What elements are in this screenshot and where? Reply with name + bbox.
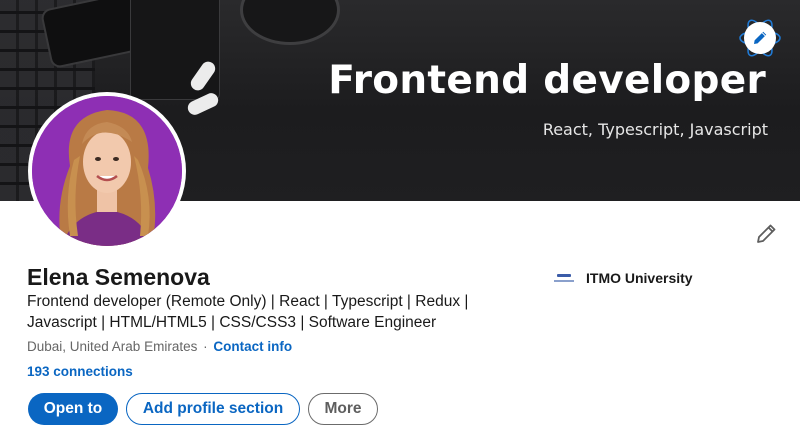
contact-info-link[interactable]: Contact info (213, 339, 292, 354)
banner-subtitle: React, Typescript, Javascript (542, 120, 768, 139)
profile-card: Frontend developer React, Typescript, Ja… (0, 0, 800, 441)
profile-name: Elena Semenova (27, 264, 210, 290)
more-button[interactable]: More (308, 393, 378, 425)
add-profile-section-button[interactable]: Add profile section (126, 393, 300, 425)
profile-headline: Frontend developer (Remote Only) | React… (27, 293, 469, 331)
notebook-decoration (130, 0, 220, 100)
cup-decoration (240, 0, 340, 45)
edit-intro-button[interactable] (752, 220, 780, 248)
separator-dot: · (203, 339, 208, 354)
profile-photo[interactable] (28, 92, 186, 250)
connections-link[interactable]: 193 connections (27, 364, 133, 379)
location-row: Dubai, United Arab Emirates · Contact in… (27, 339, 292, 354)
edit-banner-button[interactable] (744, 22, 776, 54)
banner-title: Frontend developer (328, 58, 766, 103)
open-to-button[interactable]: Open to (28, 393, 118, 425)
education-item[interactable]: ITMO University (552, 266, 693, 290)
avatar-image (32, 96, 182, 246)
person-portrait-image (32, 96, 182, 246)
pencil-icon (754, 31, 767, 44)
itmo-logo-icon (552, 266, 576, 290)
pencil-icon (757, 224, 776, 243)
school-name: ITMO University (586, 270, 693, 286)
location-text: Dubai, United Arab Emirates (27, 339, 198, 354)
